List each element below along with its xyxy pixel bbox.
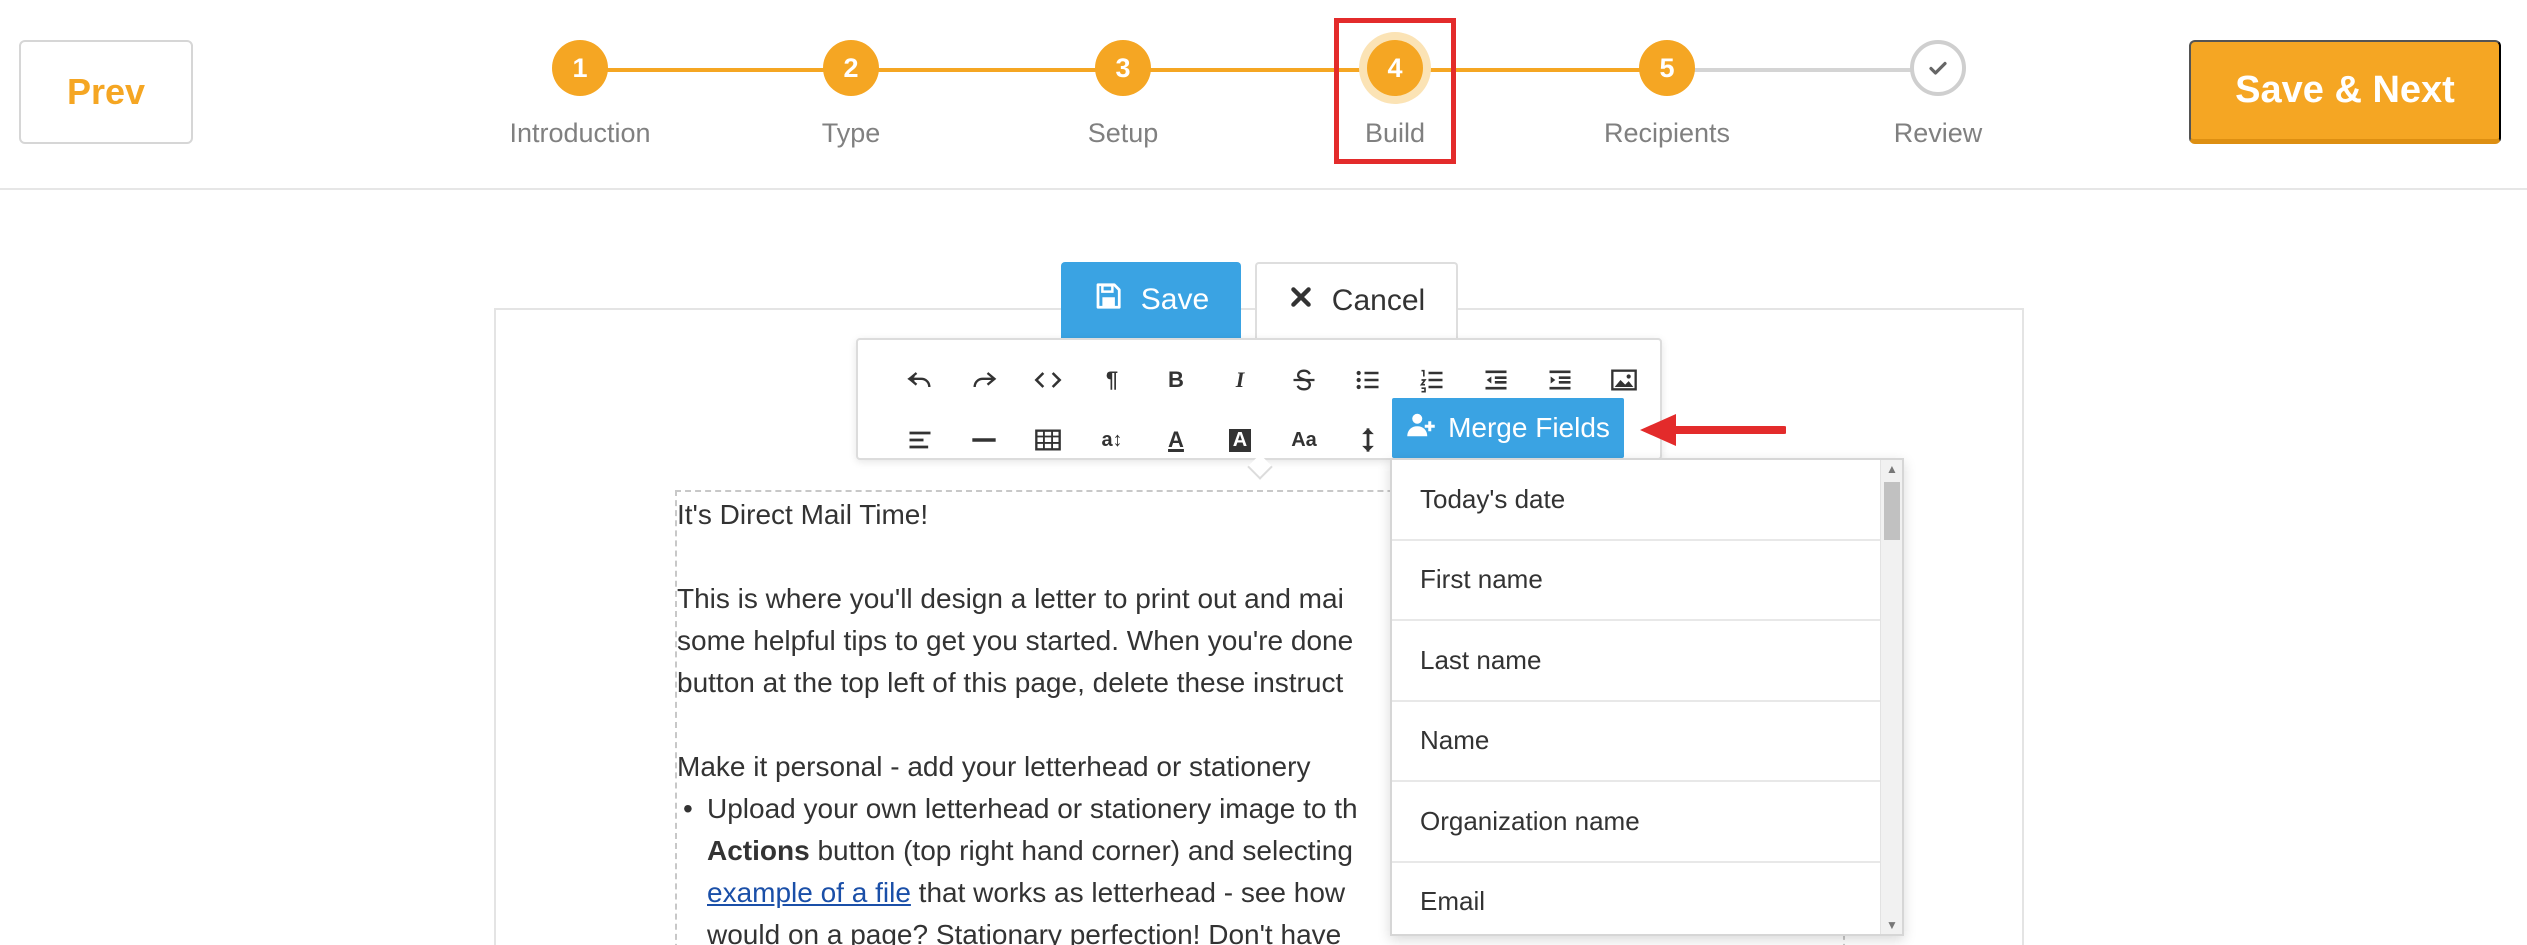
undo-icon[interactable] bbox=[888, 358, 952, 402]
step-setup[interactable]: 3 Setup bbox=[1003, 40, 1243, 149]
merge-field-todays-date[interactable]: Today's date bbox=[1392, 460, 1884, 541]
step-label: Review bbox=[1893, 118, 1983, 148]
wizard-header: Prev 1 Introduction 2 Type 3 Setup 4 Bui… bbox=[0, 0, 2527, 190]
line-height-icon[interactable] bbox=[1336, 418, 1400, 462]
dropdown-scrollbar[interactable]: ▲ ▼ bbox=[1880, 460, 1902, 934]
paragraph-icon[interactable]: ¶ bbox=[1080, 358, 1144, 402]
line-text: that works as letterhead - see how bbox=[910, 877, 1346, 908]
align-left-icon[interactable] bbox=[888, 418, 952, 462]
outdent-icon[interactable] bbox=[1464, 358, 1528, 402]
add-user-icon bbox=[1406, 410, 1436, 447]
step-label: Introduction bbox=[509, 118, 651, 148]
step-label: Type bbox=[821, 118, 881, 148]
redo-icon[interactable] bbox=[952, 358, 1016, 402]
close-icon bbox=[1288, 284, 1314, 318]
merge-field-name[interactable]: Name bbox=[1392, 702, 1884, 782]
font-color-icon[interactable]: A bbox=[1144, 418, 1208, 462]
save-label: Save bbox=[1140, 283, 1210, 316]
cancel-button[interactable]: Cancel bbox=[1255, 262, 1458, 338]
merge-fields-button[interactable]: Merge Fields bbox=[1392, 398, 1624, 458]
merge-fields-dropdown[interactable]: Today's date First name Last name Name O… bbox=[1390, 458, 1904, 936]
save-button[interactable]: Save bbox=[1061, 262, 1241, 338]
scroll-up-icon[interactable]: ▲ bbox=[1881, 460, 1902, 478]
font-size-icon[interactable]: a↕ bbox=[1080, 418, 1144, 462]
italic-icon[interactable]: I bbox=[1208, 358, 1272, 402]
step-label: Setup bbox=[1087, 118, 1159, 148]
strikethrough-icon[interactable] bbox=[1272, 358, 1336, 402]
step-number: 1 bbox=[552, 40, 608, 96]
numbered-list-icon[interactable] bbox=[1400, 358, 1464, 402]
merge-field-organization-name[interactable]: Organization name bbox=[1392, 782, 1884, 863]
background-color-glyph: A bbox=[1228, 428, 1252, 452]
step-number: 5 bbox=[1639, 40, 1695, 96]
bullet-icon: • bbox=[683, 793, 693, 824]
scrollbar-thumb[interactable] bbox=[1884, 482, 1900, 540]
toolbar-row-1: ¶ B I bbox=[888, 358, 1656, 402]
prev-button[interactable]: Prev bbox=[19, 40, 193, 144]
merge-field-email[interactable]: Email bbox=[1392, 863, 1884, 935]
rich-text-toolbar: ¶ B I a↕ A A Aa Merge Fields bbox=[856, 338, 1662, 480]
indent-icon[interactable] bbox=[1528, 358, 1592, 402]
line-text: button (top right hand corner) and selec… bbox=[809, 835, 1353, 866]
bold-text: Actions bbox=[707, 835, 810, 866]
bullet-list-icon[interactable] bbox=[1336, 358, 1400, 402]
list-item-text: Upload your own letterhead or stationery… bbox=[707, 793, 1358, 824]
step-recipients[interactable]: 5 Recipients bbox=[1547, 40, 1787, 149]
text-case-icon[interactable]: Aa bbox=[1272, 418, 1336, 462]
table-icon[interactable] bbox=[1016, 418, 1080, 462]
scroll-down-icon[interactable]: ▼ bbox=[1881, 916, 1902, 934]
save-icon bbox=[1093, 281, 1123, 319]
annotation-arrow-icon bbox=[1640, 414, 1786, 446]
bold-icon[interactable]: B bbox=[1144, 358, 1208, 402]
step-label: Recipients bbox=[1603, 118, 1731, 148]
merge-field-first-name[interactable]: First name bbox=[1392, 541, 1884, 621]
save-and-next-button[interactable]: Save & Next bbox=[2189, 40, 2501, 144]
step-review[interactable]: Review bbox=[1818, 40, 2058, 149]
step-number: 3 bbox=[1095, 40, 1151, 96]
step-introduction[interactable]: 1 Introduction bbox=[460, 40, 700, 149]
step-type[interactable]: 2 Type bbox=[731, 40, 971, 149]
checkmark-icon bbox=[1910, 40, 1966, 96]
step-number: 2 bbox=[823, 40, 879, 96]
merge-fields-label: Merge Fields bbox=[1448, 412, 1610, 443]
background-color-icon[interactable]: A bbox=[1208, 418, 1272, 462]
current-step-highlight bbox=[1334, 18, 1456, 164]
cancel-label: Cancel bbox=[1331, 284, 1426, 317]
merge-field-last-name[interactable]: Last name bbox=[1392, 621, 1884, 702]
toolbar-row-2: a↕ A A Aa bbox=[888, 418, 1400, 462]
horizontal-rule-icon[interactable] bbox=[952, 418, 1016, 462]
code-view-icon[interactable] bbox=[1016, 358, 1080, 402]
image-icon[interactable] bbox=[1592, 358, 1656, 402]
example-file-link[interactable]: example of a file bbox=[707, 877, 911, 908]
